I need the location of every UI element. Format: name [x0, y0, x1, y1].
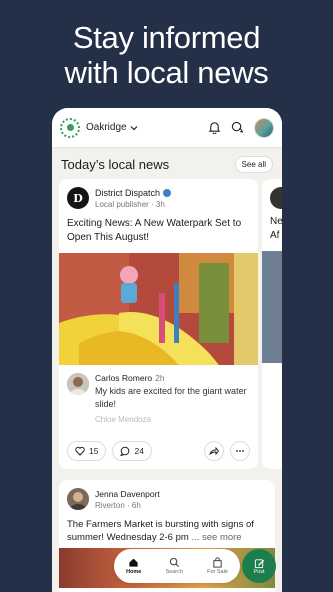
comment-icon: [120, 446, 130, 456]
nav-search[interactable]: Search: [166, 557, 183, 575]
next-title-line2: Af: [270, 230, 280, 241]
like-button[interactable]: 15: [67, 441, 107, 461]
more-options-button[interactable]: [230, 441, 250, 461]
like-count: 15: [89, 446, 99, 456]
shopping-bag-icon: [213, 557, 222, 568]
post-age: 6h: [131, 500, 141, 510]
comment-count: 24: [134, 446, 144, 456]
location-selector[interactable]: Oakridge: [86, 122, 138, 133]
nav-home-label: Home: [126, 569, 142, 575]
next-publisher-logo: [270, 187, 282, 209]
chevron-down-icon: [130, 125, 138, 130]
verified-icon: [163, 188, 172, 197]
search-icon: [169, 557, 179, 568]
comment-button[interactable]: 24: [112, 441, 152, 461]
phone-screen: Oakridge Today’s local news See all D Di…: [52, 108, 282, 592]
section-title: Today’s local news: [61, 157, 170, 172]
next-news-card[interactable]: Ne Af: [262, 179, 282, 469]
profile-avatar[interactable]: [254, 117, 274, 138]
publisher-type: Local publisher: [95, 199, 149, 209]
next-commenter-preview: Chloe Mendoza: [95, 415, 152, 424]
bottom-nav: Home Search For Sale: [114, 549, 240, 583]
comment-text: My kids are excited for the giant water …: [95, 386, 247, 409]
nav-for-sale-label: For Sale: [207, 569, 228, 575]
post-author-avatar[interactable]: [67, 488, 89, 510]
nav-search-label: Search: [165, 569, 183, 575]
nav-for-sale[interactable]: For Sale: [207, 557, 228, 575]
location-label: Oakridge: [86, 122, 127, 133]
headline-line2: with local news: [64, 55, 269, 90]
top-bar: Oakridge: [52, 108, 282, 148]
next-title-line1: Ne: [270, 216, 282, 227]
post-button-label: Post: [253, 568, 265, 575]
see-all-button[interactable]: See all: [234, 156, 273, 173]
heart-icon: [75, 446, 85, 456]
article-photo[interactable]: [59, 253, 258, 365]
nav-home[interactable]: Home: [126, 557, 141, 575]
news-card[interactable]: D District Dispatch Local publisher · 3h…: [59, 179, 258, 469]
post-location: Riverton: [95, 500, 125, 510]
post-button[interactable]: Post: [242, 549, 276, 583]
next-article-photo: [262, 251, 282, 363]
chat-icon[interactable]: [231, 121, 244, 134]
share-icon: [209, 446, 219, 456]
post-text: The Farmers Market is bursting with sign…: [59, 514, 275, 548]
commenter-avatar[interactable]: [67, 373, 89, 395]
headline-line1: Stay informed: [72, 20, 261, 55]
commenter-name[interactable]: Carlos Romero: [95, 373, 152, 383]
edit-icon: [254, 558, 264, 568]
more-icon: [236, 450, 244, 452]
post-author[interactable]: Jenna Davenport: [95, 489, 160, 499]
article-age: 3h: [155, 199, 165, 209]
comment-age: 2h: [155, 373, 165, 383]
home-icon: [129, 558, 138, 567]
article-title[interactable]: Exciting News: A New Waterpark Set to Op…: [59, 213, 258, 253]
publisher-name[interactable]: District Dispatch: [95, 188, 160, 198]
bell-icon[interactable]: [208, 121, 221, 134]
publisher-logo: D: [67, 187, 89, 209]
app-logo-icon: [60, 117, 80, 138]
headline: Stay informed with local news: [0, 20, 333, 90]
see-more-link[interactable]: ... see more: [191, 532, 241, 543]
share-button[interactable]: [204, 441, 224, 461]
